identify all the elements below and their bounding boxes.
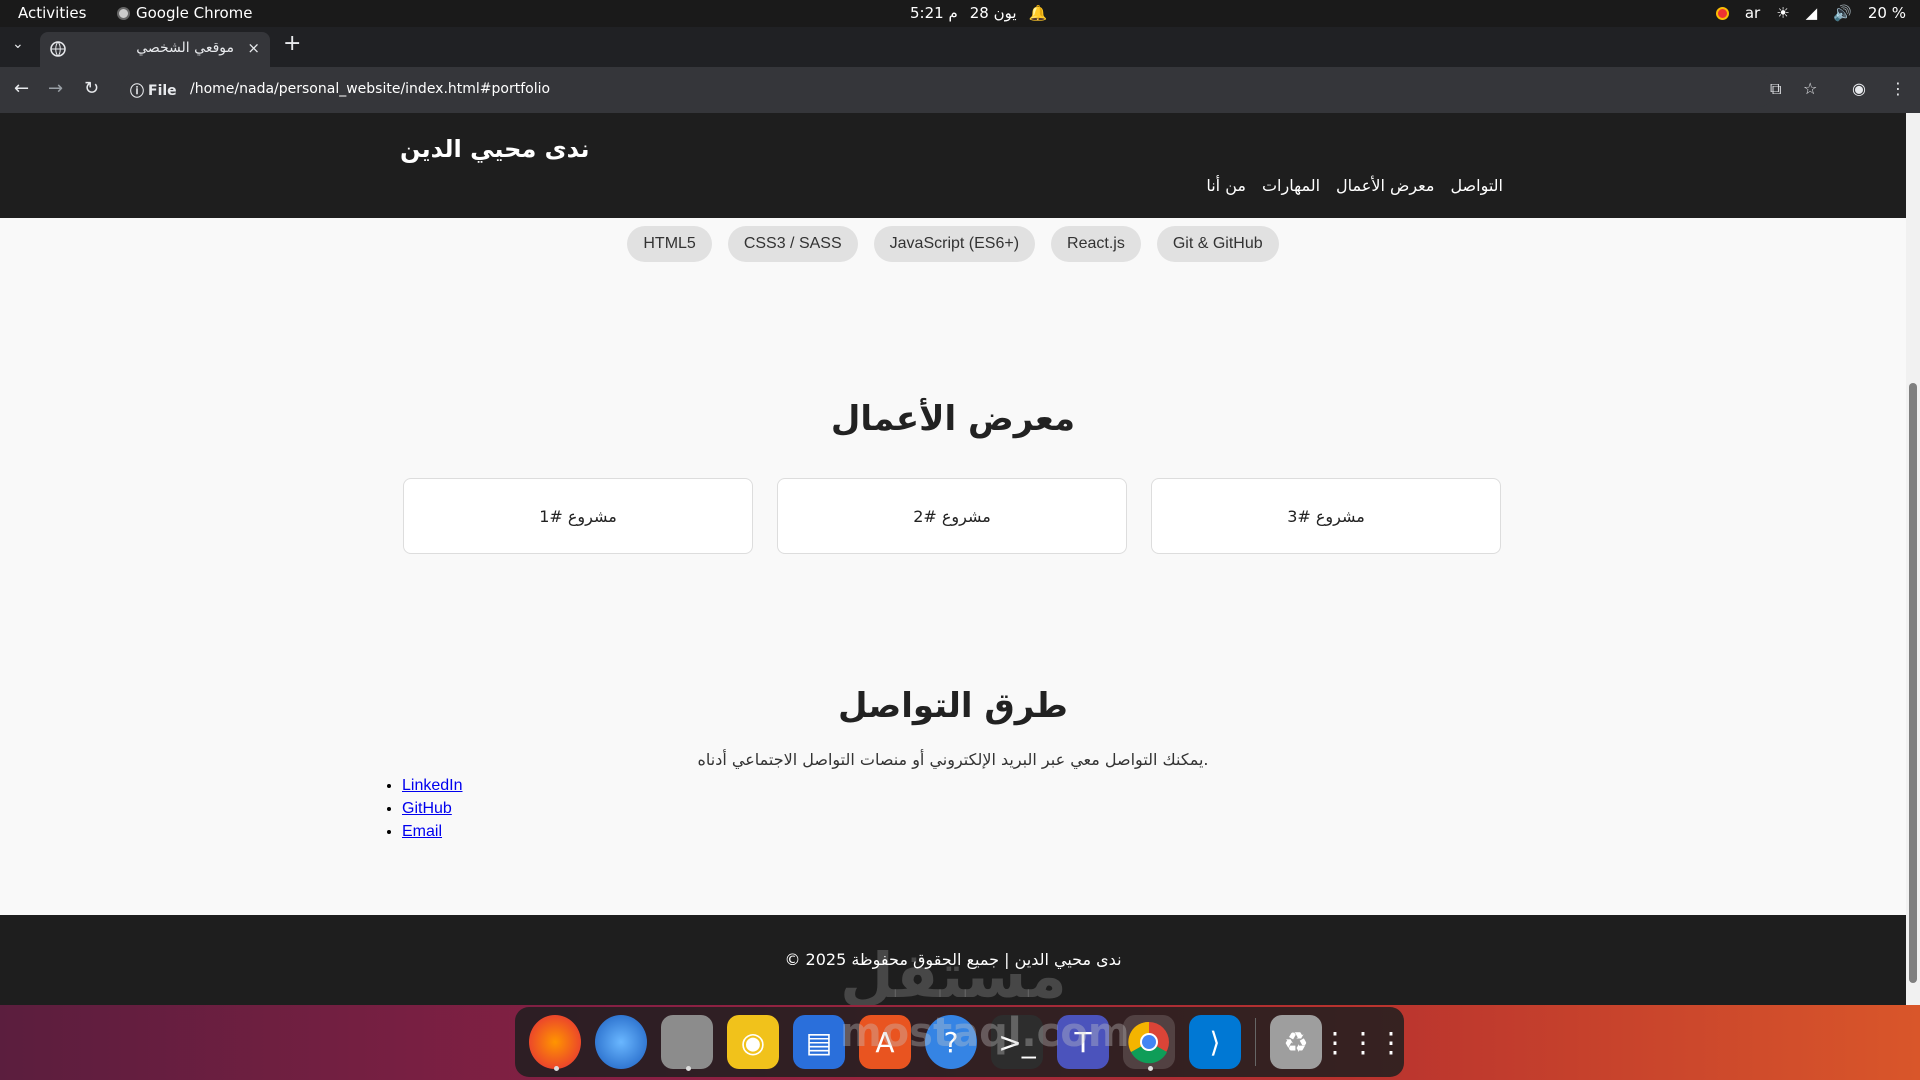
skill-pill: JavaScript (ES6+) [873, 226, 1036, 262]
site-title: ندى محيي الدين [400, 135, 590, 163]
address-bar[interactable]: ⓘ File /home/nada/personal_website/index… [120, 73, 1775, 107]
linkedin-link[interactable]: LinkedIn [402, 777, 463, 794]
vscode-icon[interactable]: ⟩ [1189, 1015, 1241, 1069]
list-item: GitHub [402, 800, 463, 818]
nav-link-portfolio[interactable]: معرض الأعمال [1336, 176, 1434, 195]
contact-heading: طرق التواصل [838, 686, 1068, 726]
translate-icon[interactable]: ⧉ [1770, 79, 1781, 99]
system-top-bar: Activities Google Chrome 5:21 م 28 يون 🔔… [0, 0, 1920, 27]
brightness-icon: ☀ [1776, 4, 1790, 22]
notification-bell-icon: 🔔 [1028, 4, 1048, 22]
skill-pill: HTML5 [627, 226, 712, 262]
tab-search-chevron-icon[interactable]: ⌄ [12, 36, 24, 52]
list-item: Email [402, 823, 463, 841]
site-info-button[interactable]: ⓘ File [130, 81, 177, 101]
site-header: ندى محيي الدين التواصل معرض الأعمال المه… [0, 113, 1906, 218]
browser-tab[interactable]: موقعي الشخصي × [40, 32, 270, 67]
site-nav: التواصل معرض الأعمال المهارات من أنا [1206, 176, 1503, 195]
clock-time: 5:21 م [910, 4, 958, 22]
system-tray[interactable]: ar ☀ ◢ 🔊 20 % [1715, 4, 1906, 22]
project-card: مشروع #3 [1151, 478, 1501, 554]
battery-indicator: 20 % [1867, 4, 1906, 22]
github-link[interactable]: GitHub [402, 800, 452, 817]
nav-link-contact[interactable]: التواصل [1450, 176, 1503, 195]
screen: Activities Google Chrome 5:21 م 28 يون 🔔… [0, 0, 1920, 1080]
files-icon[interactable] [661, 1015, 713, 1071]
project-card: مشروع #1 [403, 478, 753, 554]
contact-description: يمكنك التواصل معي عبر البريد الإلكتروني … [697, 750, 1209, 769]
url-text[interactable]: /home/nada/personal_website/index.html#p… [190, 81, 550, 97]
page-viewport: ندى محيي الدين التواصل معرض الأعمال المه… [0, 113, 1906, 1005]
skill-pill: React.js [1051, 226, 1141, 262]
url-scheme: File [148, 83, 177, 99]
skill-pill: CSS3 / SASS [727, 226, 858, 262]
app-menu[interactable]: Google Chrome [117, 4, 253, 22]
running-indicator [554, 1066, 559, 1071]
app-name: Google Chrome [136, 4, 253, 22]
tab-close-icon[interactable]: × [247, 39, 260, 57]
profile-icon[interactable]: ◉ [1852, 79, 1866, 98]
info-icon: ⓘ [130, 84, 144, 100]
chrome-indicator-icon [1715, 6, 1729, 20]
site-footer: مستقل ندى محيي الدين | جميع الحقوق محفوظ… [0, 915, 1906, 1005]
scrollbar-thumb[interactable] [1909, 383, 1917, 983]
list-item: LinkedIn [402, 777, 463, 795]
writer-icon[interactable]: ▤ [793, 1015, 845, 1069]
activities-button[interactable]: Activities [18, 4, 86, 22]
watermark-url: mostaql.com [840, 1010, 1130, 1056]
footer-copyright: ندى محيي الدين | جميع الحقوق محفوظة 2025… [784, 950, 1122, 969]
dock-separator [1255, 1018, 1256, 1066]
language-indicator[interactable]: ar [1745, 4, 1760, 22]
thunderbird-icon[interactable] [595, 1015, 647, 1069]
bookmark-star-icon[interactable]: ☆ [1803, 79, 1817, 98]
running-indicator [1148, 1066, 1153, 1071]
forward-arrow-icon[interactable]: → [48, 78, 63, 99]
new-tab-button[interactable]: + [283, 31, 301, 56]
portfolio-heading: معرض الأعمال [830, 399, 1076, 439]
skills-list: HTML5 CSS3 / SASS JavaScript (ES6+) Reac… [0, 226, 1906, 262]
project-card: مشروع #2 [777, 478, 1127, 554]
trash-icon[interactable]: ♻ [1269, 1015, 1322, 1069]
reload-icon[interactable]: ↻ [84, 78, 99, 99]
browser-toolbar: ← → ↻ ⓘ File /home/nada/personal_website… [0, 67, 1920, 113]
contact-links: LinkedIn GitHub Email [402, 777, 463, 846]
page-scrollbar[interactable] [1906, 113, 1920, 1005]
chrome-logo-icon [1128, 1021, 1169, 1064]
menu-kebab-icon[interactable]: ⋮ [1890, 79, 1906, 98]
running-indicator [686, 1066, 691, 1071]
nav-link-about[interactable]: من أنا [1206, 176, 1246, 195]
chrome-icon[interactable] [1123, 1015, 1175, 1071]
projects-grid: مشروع #3 مشروع #2 مشروع #1 [403, 478, 1501, 554]
email-link[interactable]: Email [402, 823, 442, 840]
back-arrow-icon[interactable]: ← [14, 78, 29, 99]
app-grid-icon[interactable]: ⋮⋮⋮ [1321, 1015, 1405, 1069]
rhythmbox-icon[interactable]: ◉ [727, 1015, 779, 1069]
globe-icon [50, 41, 66, 57]
firefox-icon[interactable] [529, 1015, 581, 1071]
nav-link-skills[interactable]: المهارات [1262, 176, 1320, 195]
watermark-logo: مستقل [840, 939, 1067, 1005]
wifi-icon: ◢ [1805, 4, 1818, 22]
volume-icon: 🔊 [1833, 4, 1852, 22]
skill-pill: Git & GitHub [1156, 226, 1279, 262]
clock-date: 28 يون [969, 4, 1017, 22]
clock[interactable]: 5:21 م 28 يون 🔔 [910, 4, 1047, 22]
tab-title: موقعي الشخصي [136, 40, 234, 56]
chrome-small-icon [117, 6, 130, 20]
tab-strip: ⌄ موقعي الشخصي × + [0, 27, 1920, 67]
